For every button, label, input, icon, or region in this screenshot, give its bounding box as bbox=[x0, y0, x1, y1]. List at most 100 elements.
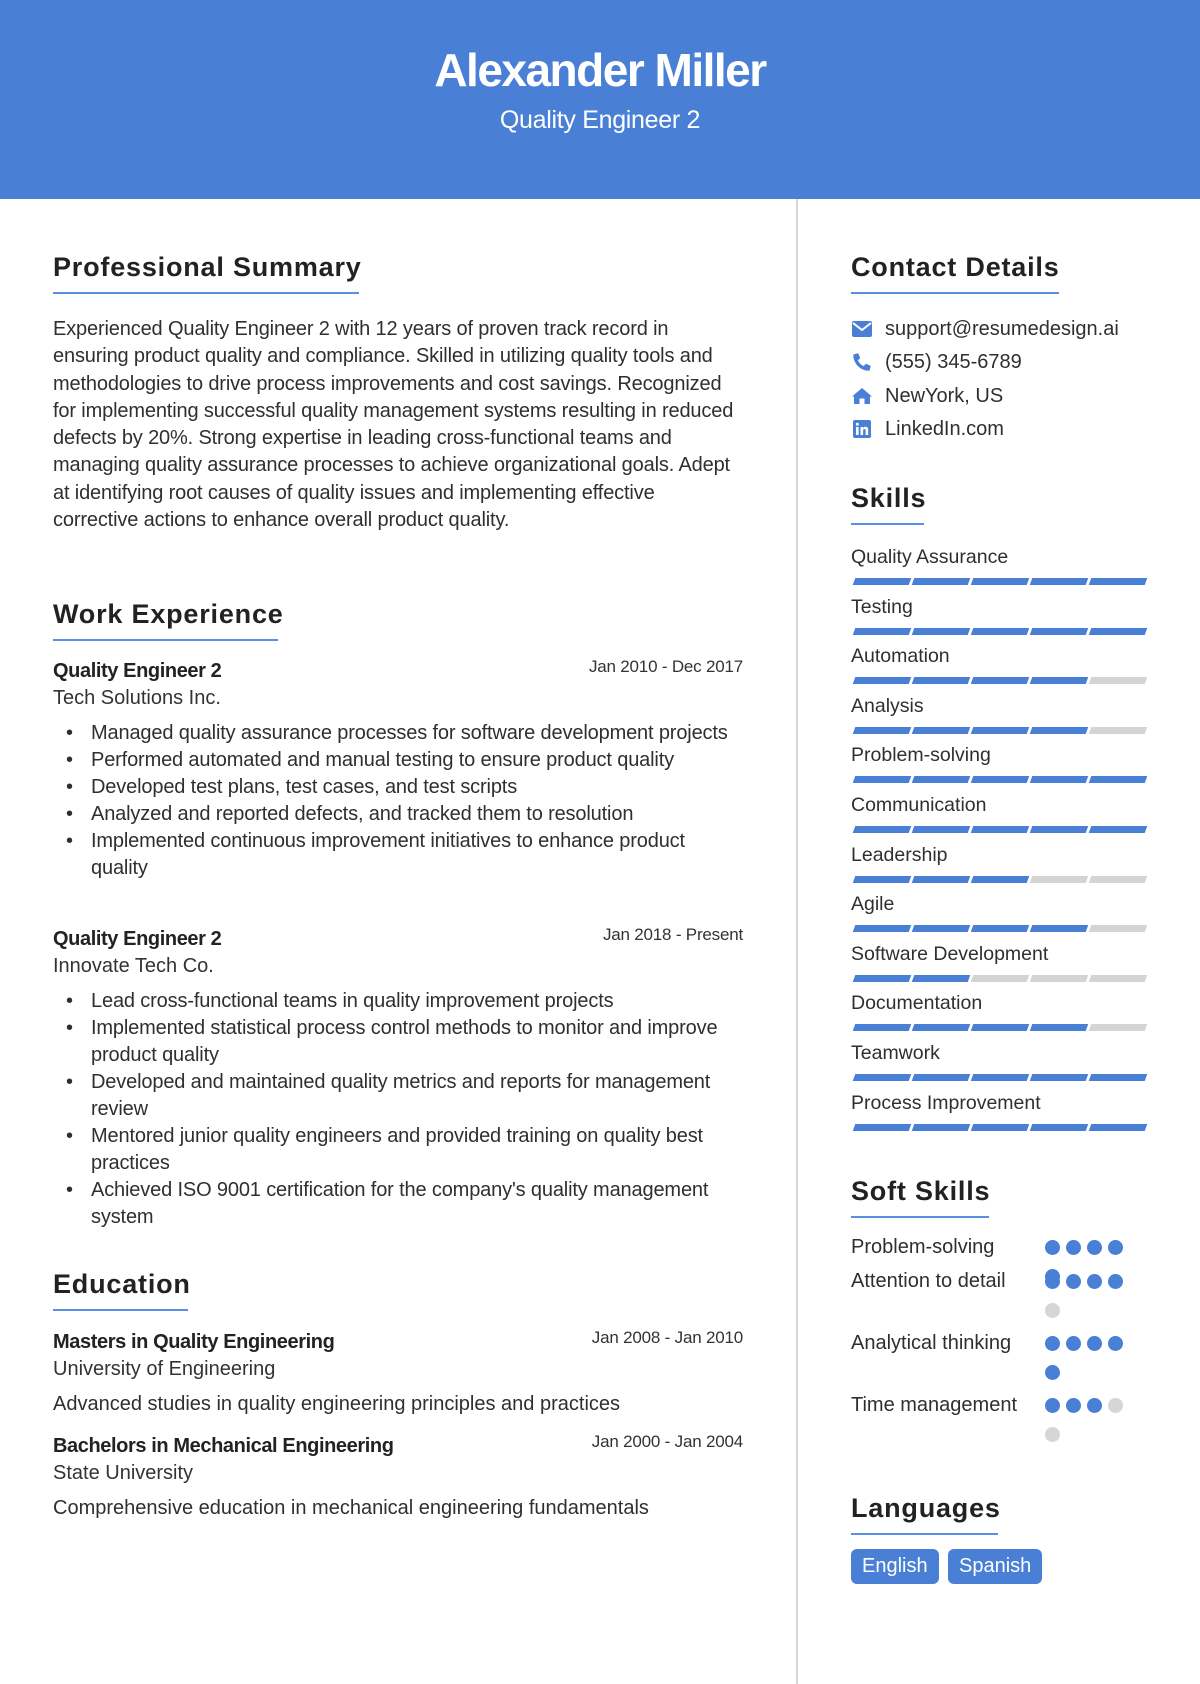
skill-segment-filled bbox=[852, 1024, 912, 1032]
soft-skill-rating bbox=[1045, 1336, 1135, 1394]
skill-name: Leadership bbox=[851, 843, 948, 866]
skill-segment-filled bbox=[1088, 578, 1148, 585]
skill-segment-filled bbox=[1029, 677, 1089, 685]
skill-segment-filled bbox=[970, 1123, 1030, 1131]
skill-level-bar bbox=[851, 826, 1148, 833]
contact-email[interactable]: support@resumedesign.ai bbox=[851, 314, 1119, 344]
section-title-text: Soft Skills bbox=[851, 1176, 991, 1206]
contact-linkedin[interactable]: LinkedIn.com bbox=[851, 414, 1004, 444]
skill-segment-empty bbox=[1088, 677, 1148, 685]
language-badge: Spanish bbox=[948, 1549, 1043, 1584]
skill-segment-filled bbox=[1029, 1123, 1089, 1131]
skill-segment-empty bbox=[1088, 875, 1148, 883]
skill-segment-empty bbox=[1088, 726, 1148, 734]
skill-item: Teamwork bbox=[851, 1040, 1151, 1090]
job-bullets: Managed quality assurance processes for … bbox=[53, 720, 743, 882]
skill-segment-filled bbox=[911, 925, 971, 933]
skill-segment-filled bbox=[1029, 826, 1089, 833]
skill-segment-filled bbox=[911, 826, 971, 833]
soft-skill-name: Problem-solving bbox=[851, 1236, 995, 1258]
skill-segment-filled bbox=[1029, 627, 1089, 635]
section-title-text: Languages bbox=[851, 1493, 1001, 1523]
skill-segment-filled bbox=[911, 578, 971, 585]
skill-segment-filled bbox=[852, 627, 912, 635]
job-company: Tech Solutions Inc. bbox=[53, 687, 221, 709]
section-title-text: Work Experience bbox=[53, 599, 284, 629]
skill-segment-filled bbox=[911, 875, 971, 883]
job-bullet: Performed automated and manual testing t… bbox=[53, 747, 743, 774]
skill-segment-filled bbox=[970, 1074, 1030, 1081]
skill-segment-filled bbox=[1029, 1024, 1089, 1032]
skill-segment-filled bbox=[1088, 627, 1148, 635]
skill-segment-filled bbox=[970, 925, 1030, 933]
skill-level-bar bbox=[851, 925, 1148, 933]
contact-text: NewYork, US bbox=[885, 384, 1004, 407]
skill-segment-filled bbox=[1029, 1074, 1089, 1081]
job-company: Innovate Tech Co. bbox=[53, 955, 214, 977]
skill-segment-filled bbox=[1088, 776, 1148, 784]
skill-item: Communication bbox=[851, 792, 1151, 842]
skill-segment-filled bbox=[911, 776, 971, 784]
skill-segment-filled bbox=[911, 1024, 971, 1032]
section-title-experience: Work Experience bbox=[53, 597, 284, 641]
contact-phone[interactable]: (555) 345-6789 bbox=[851, 347, 1022, 377]
skill-segment-empty bbox=[1029, 974, 1089, 982]
skill-segment-filled bbox=[911, 726, 971, 734]
school: State University bbox=[53, 1462, 194, 1484]
rating-dot-filled bbox=[1045, 1398, 1060, 1413]
skill-segment-filled bbox=[1029, 925, 1089, 933]
skill-name: Software Development bbox=[851, 942, 1049, 965]
section-underline bbox=[851, 523, 924, 525]
rating-dot-filled bbox=[1108, 1336, 1123, 1351]
skill-segment-empty bbox=[1088, 1024, 1148, 1032]
skill-segment-filled bbox=[1029, 578, 1089, 585]
job-dates: Jan 2018 - Present bbox=[602, 925, 743, 944]
section-title-text: Contact Details bbox=[851, 252, 1060, 282]
section-title-contact: Contact Details bbox=[851, 250, 1060, 294]
job-bullet: Lead cross-functional teams in quality i… bbox=[53, 988, 743, 1015]
linkedin-icon bbox=[851, 418, 873, 440]
skill-segment-filled bbox=[852, 578, 912, 585]
skill-segment-empty bbox=[1088, 974, 1148, 982]
skill-segment-empty bbox=[1029, 875, 1089, 883]
skill-level-bar bbox=[851, 677, 1148, 685]
skill-segment-filled bbox=[911, 627, 971, 635]
section-underline bbox=[851, 1216, 989, 1218]
rating-dot-filled bbox=[1045, 1365, 1060, 1380]
rating-dot-filled bbox=[1087, 1240, 1102, 1255]
rating-dot-empty bbox=[1108, 1398, 1123, 1413]
section-title-text: Professional Summary bbox=[53, 252, 362, 282]
skill-segment-filled bbox=[1029, 776, 1089, 784]
envelope-icon bbox=[851, 318, 873, 340]
section-title-skills: Skills bbox=[851, 481, 926, 525]
rating-dot-filled bbox=[1066, 1240, 1081, 1255]
skill-segment-filled bbox=[852, 875, 912, 883]
resume-header: Alexander Miller Quality Engineer 2 bbox=[0, 0, 1200, 199]
skill-segment-filled bbox=[852, 925, 912, 933]
contact-text: LinkedIn.com bbox=[885, 417, 1004, 440]
skill-level-bar bbox=[851, 1074, 1148, 1081]
soft-skill-name: Time management bbox=[851, 1394, 1017, 1416]
job-bullet: Analyzed and reported defects, and track… bbox=[53, 801, 743, 828]
job-bullet: Developed test plans, test cases, and te… bbox=[53, 774, 743, 801]
skill-segment-empty bbox=[970, 974, 1030, 982]
rating-dot-filled bbox=[1045, 1274, 1060, 1289]
skill-name: Communication bbox=[851, 794, 987, 816]
skill-item: Process Improvement bbox=[851, 1090, 1151, 1140]
section-title-summary: Professional Summary bbox=[53, 250, 362, 294]
home-icon bbox=[851, 385, 873, 407]
skill-level-bar bbox=[851, 1123, 1148, 1131]
skill-item: Testing bbox=[851, 594, 1151, 644]
skill-segment-filled bbox=[1088, 826, 1148, 833]
section-underline bbox=[851, 1533, 998, 1535]
skill-name: Testing bbox=[851, 595, 913, 618]
skill-item: Documentation bbox=[851, 990, 1151, 1040]
job-bullet: Developed and maintained quality metrics… bbox=[53, 1069, 743, 1123]
section-underline bbox=[851, 292, 1059, 294]
job-bullet: Managed quality assurance processes for … bbox=[53, 720, 743, 747]
skill-segment-filled bbox=[852, 826, 912, 833]
skill-name: Quality Assurance bbox=[851, 546, 1009, 568]
skill-segment-filled bbox=[911, 974, 971, 982]
skill-segment-filled bbox=[852, 776, 912, 784]
soft-skill-rating bbox=[1045, 1398, 1135, 1456]
